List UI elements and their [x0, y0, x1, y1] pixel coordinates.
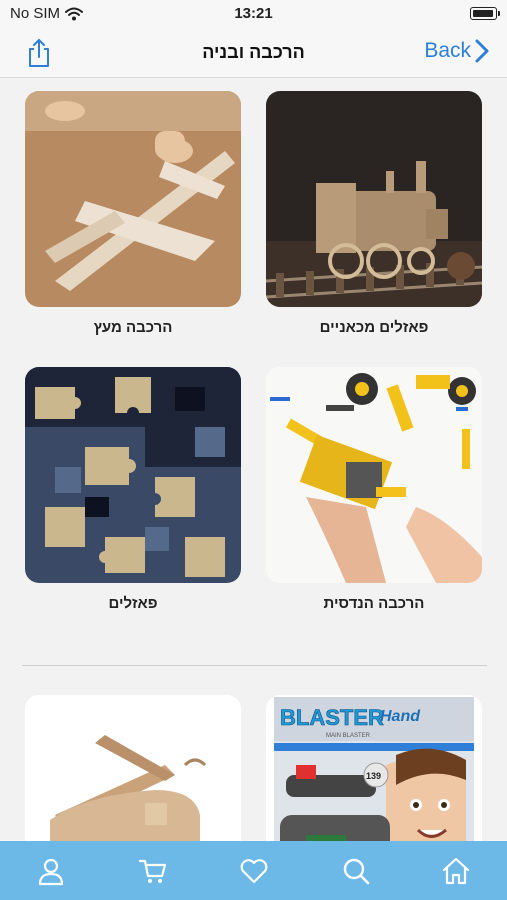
blaster-hand-box-image: BLASTER Hand MAIN BLASTER 139 [266, 695, 482, 841]
category-label: פאזלים [108, 595, 158, 612]
jigsaw-pieces-image [25, 367, 241, 583]
battery-icon [470, 7, 500, 20]
category-grid: פאזלים מכאניים הרכבה מעץ הרכבה הנדסית פא… [0, 79, 507, 841]
wooden-piano-image [25, 695, 241, 841]
box-count: 139 [366, 771, 381, 781]
search-icon [343, 858, 370, 885]
heart-icon [240, 859, 268, 884]
category-tile-puzzles[interactable] [25, 367, 241, 583]
product-tile-wooden-piano[interactable] [25, 695, 241, 841]
train-model-image [266, 91, 482, 307]
wooden-airplane-image [25, 91, 241, 307]
category-label: פאזלים מכאניים [319, 319, 429, 336]
user-icon [38, 858, 64, 886]
box-title: BLASTER [280, 705, 384, 730]
category-label: הרכבה הנדסית [323, 595, 425, 612]
box-tagline: MAIN BLASTER [326, 733, 371, 739]
tab-favorites[interactable] [238, 855, 270, 887]
product-tile-blaster-hand[interactable]: BLASTER Hand MAIN BLASTER 139 [266, 695, 482, 841]
cart-icon [138, 859, 167, 883]
category-tile-wood-assembly[interactable] [25, 91, 241, 307]
tab-cart[interactable] [137, 855, 169, 887]
section-divider [22, 665, 487, 666]
back-button[interactable]: Back [424, 39, 489, 63]
category-tile-engineering-assembly[interactable] [266, 367, 482, 583]
back-label: Back [424, 39, 471, 62]
engineering-kit-image [266, 367, 482, 583]
category-tile-mechanical-puzzles[interactable] [266, 91, 482, 307]
bottom-tab-bar [0, 841, 507, 900]
status-bar: No SIM 13:21 [0, 0, 507, 28]
chevron-right-icon [475, 39, 489, 63]
tab-home[interactable] [440, 855, 472, 887]
box-subtitle: Hand [380, 708, 421, 725]
home-icon [442, 857, 470, 885]
tab-search[interactable] [340, 855, 372, 887]
navigation-bar: הרכבה ובניה Back [0, 28, 507, 78]
category-label: הרכבה מעץ [93, 319, 173, 336]
tab-account[interactable] [35, 855, 67, 887]
status-time: 13:21 [234, 5, 273, 22]
